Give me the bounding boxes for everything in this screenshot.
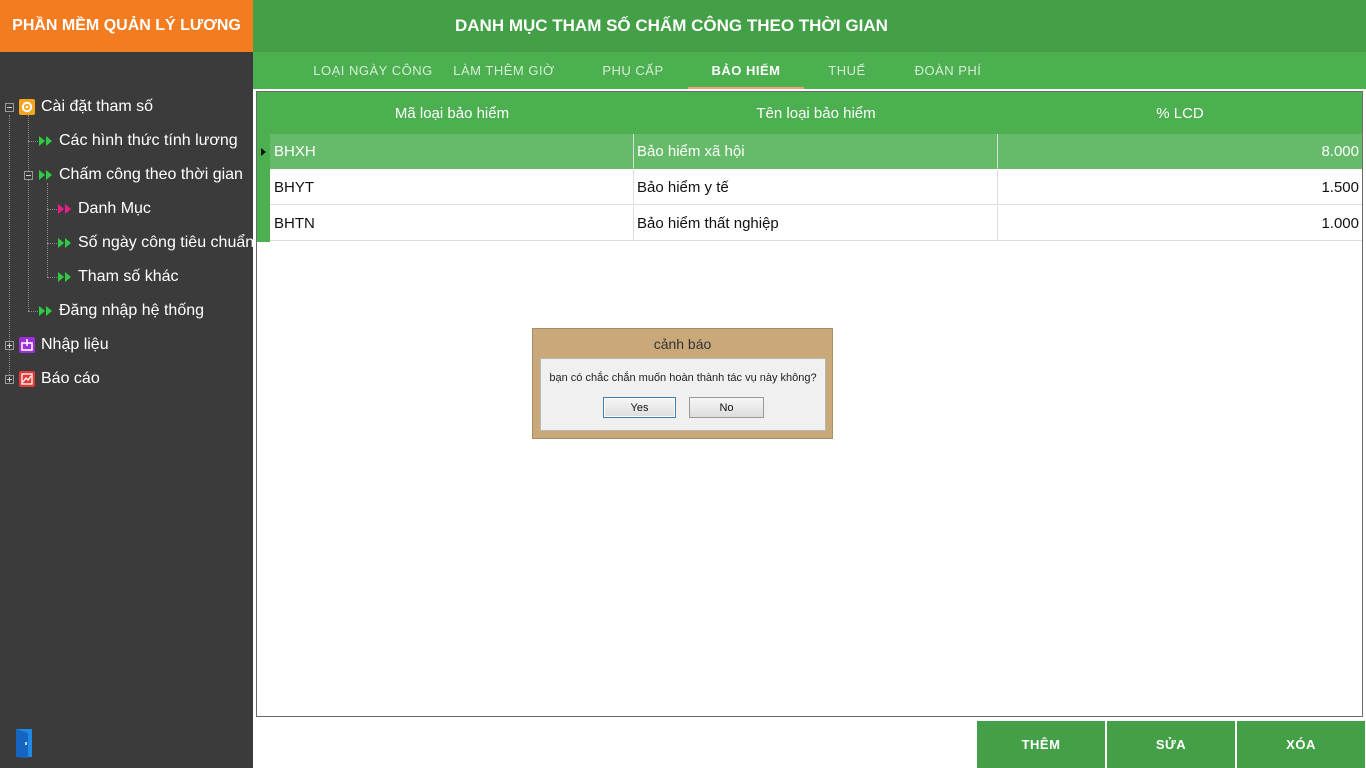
sidebar-item-label: Cài đặt tham số	[41, 98, 154, 115]
tab-union-fee[interactable]: ĐOÀN PHÍ	[890, 52, 1006, 89]
tree-line	[47, 277, 57, 278]
cell-code[interactable]: BHXH	[270, 134, 634, 169]
tab-label: ĐOÀN PHÍ	[914, 63, 982, 78]
edit-button[interactable]: SỬA	[1107, 721, 1235, 768]
app-brand: PHẦN MỀM QUẢN LÝ LƯƠNG	[0, 0, 253, 52]
yes-button-label: Yes	[630, 401, 649, 414]
sidebar-item-other-params[interactable]: Tham số khác	[58, 265, 178, 289]
tab-insurance[interactable]: BẢO HIỂM	[688, 52, 804, 89]
sidebar-item-label: Nhập liệu	[41, 336, 109, 353]
header-bar: DANH MỤC THAM SỐ CHẤM CÔNG THEO THỜI GIA…	[253, 0, 1366, 52]
sidebar-item-login[interactable]: Đăng nhập hệ thống	[39, 299, 204, 323]
import-icon	[19, 337, 35, 353]
page-title: DANH MỤC THAM SỐ CHẤM CÔNG THEO THỜI GIA…	[455, 16, 888, 35]
expand-toggle[interactable]	[5, 375, 14, 384]
tab-tax[interactable]: THUẾ	[804, 52, 890, 89]
tab-label: PHỤ CẤP	[602, 63, 664, 78]
cell-percent[interactable]: 8.000	[998, 134, 1362, 169]
no-button-label: No	[719, 401, 734, 414]
tree-line	[47, 183, 48, 277]
tree-line	[47, 209, 57, 210]
report-icon	[19, 371, 35, 387]
double-arrow-icon	[39, 136, 53, 146]
row-indicator	[257, 170, 270, 206]
yes-button[interactable]: Yes	[603, 397, 676, 418]
cell-name[interactable]: Bảo hiểm y tế	[634, 170, 998, 205]
grid-header: Mã loại bảo hiểm Tên loại bảo hiểm % LCD	[257, 92, 1362, 134]
app-brand-label: PHẦN MỀM QUẢN LÝ LƯƠNG	[12, 17, 241, 34]
sidebar-item-data-entry[interactable]: Nhập liệu	[19, 333, 109, 357]
sidebar-item-salary-methods[interactable]: Các hình thức tính lương	[39, 129, 238, 153]
sidebar-item-standard-days[interactable]: Số ngày công tiêu chuẩn	[58, 231, 254, 255]
cell-code[interactable]: BHTN	[270, 206, 634, 241]
tree-line	[28, 311, 38, 312]
confirm-dialog: cảnh báo bạn có chắc chắn muốn hoàn thàn…	[532, 328, 833, 439]
current-row-arrow-icon	[261, 148, 266, 156]
sidebar-item-settings[interactable]: Cài đặt tham số	[19, 95, 153, 119]
tree-line	[28, 115, 29, 311]
cell-percent[interactable]: 1.000	[998, 206, 1362, 241]
sidebar-item-catalog[interactable]: Danh Mục	[58, 197, 151, 221]
cell-name[interactable]: Bảo hiểm thất nghiệp	[634, 206, 998, 241]
sidebar-item-reports[interactable]: Báo cáo	[19, 367, 100, 391]
sidebar: Cài đặt tham số Các hình thức tính lương…	[0, 52, 254, 768]
door-exit-icon[interactable]	[14, 728, 36, 758]
double-arrow-icon	[58, 238, 72, 248]
double-arrow-icon	[39, 170, 53, 180]
tab-label: BẢO HIỂM	[711, 63, 781, 78]
tab-label: THUẾ	[828, 63, 866, 78]
tab-allowance[interactable]: PHỤ CẤP	[573, 52, 693, 89]
row-indicator	[257, 134, 270, 170]
table-row[interactable]: BHYT Bảo hiểm y tế 1.500	[257, 170, 1362, 206]
tab-overtime[interactable]: LÀM THÊM GIỜ	[435, 52, 573, 89]
sidebar-item-label: Báo cáo	[41, 370, 100, 387]
gear-icon	[19, 99, 35, 115]
delete-button-label: XÓA	[1286, 737, 1316, 752]
tab-label: LOẠI NGÀY CÔNG	[313, 63, 433, 78]
column-header-percent[interactable]: % LCD	[998, 92, 1362, 134]
tree-line	[47, 243, 57, 244]
column-header-name[interactable]: Tên loại bảo hiểm	[634, 92, 998, 134]
table-row[interactable]: BHTN Bảo hiểm thất nghiệp 1.000	[257, 206, 1362, 242]
add-button-label: THÊM	[1021, 737, 1061, 752]
sidebar-item-timekeeping[interactable]: Chấm công theo thời gian	[39, 163, 243, 187]
dialog-body: bạn có chắc chắn muốn hoàn thành tác vụ …	[540, 358, 826, 431]
sidebar-item-label: Các hình thức tính lương	[59, 132, 238, 149]
tree-line	[28, 141, 38, 142]
tab-label: LÀM THÊM GIỜ	[453, 63, 555, 78]
tab-bar: LOẠI NGÀY CÔNG LÀM THÊM GIỜ PHỤ CẤP BẢO …	[253, 52, 1366, 89]
table-row[interactable]: BHXH Bảo hiểm xã hội 8.000	[257, 134, 1362, 170]
no-button[interactable]: No	[689, 397, 764, 418]
double-arrow-icon	[39, 306, 53, 316]
column-header-code[interactable]: Mã loại bảo hiểm	[270, 92, 634, 134]
sidebar-item-label: Tham số khác	[78, 268, 179, 285]
sidebar-item-label: Danh Mục	[78, 200, 151, 217]
edit-button-label: SỬA	[1155, 737, 1187, 752]
add-button[interactable]: THÊM	[977, 721, 1105, 768]
cell-percent[interactable]: 1.500	[998, 170, 1362, 205]
sidebar-item-label: Đăng nhập hệ thống	[59, 302, 205, 319]
delete-button[interactable]: XÓA	[1237, 721, 1365, 768]
sidebar-item-label: Chấm công theo thời gian	[59, 166, 243, 183]
collapse-toggle[interactable]	[24, 171, 33, 180]
cell-code[interactable]: BHYT	[270, 170, 634, 205]
double-arrow-icon	[58, 204, 72, 214]
active-tab-indicator	[688, 87, 804, 89]
collapse-toggle[interactable]	[5, 103, 14, 112]
expand-toggle[interactable]	[5, 341, 14, 350]
dialog-title: cảnh báo	[653, 336, 712, 352]
sidebar-item-label: Số ngày công tiêu chuẩn	[78, 234, 255, 251]
double-arrow-icon	[58, 272, 72, 282]
tree-line	[9, 115, 10, 379]
dialog-message: bạn có chắc chắn muốn hoàn thành tác vụ …	[549, 372, 817, 384]
row-indicator	[257, 206, 270, 242]
cell-name[interactable]: Bảo hiểm xã hội	[634, 134, 998, 169]
